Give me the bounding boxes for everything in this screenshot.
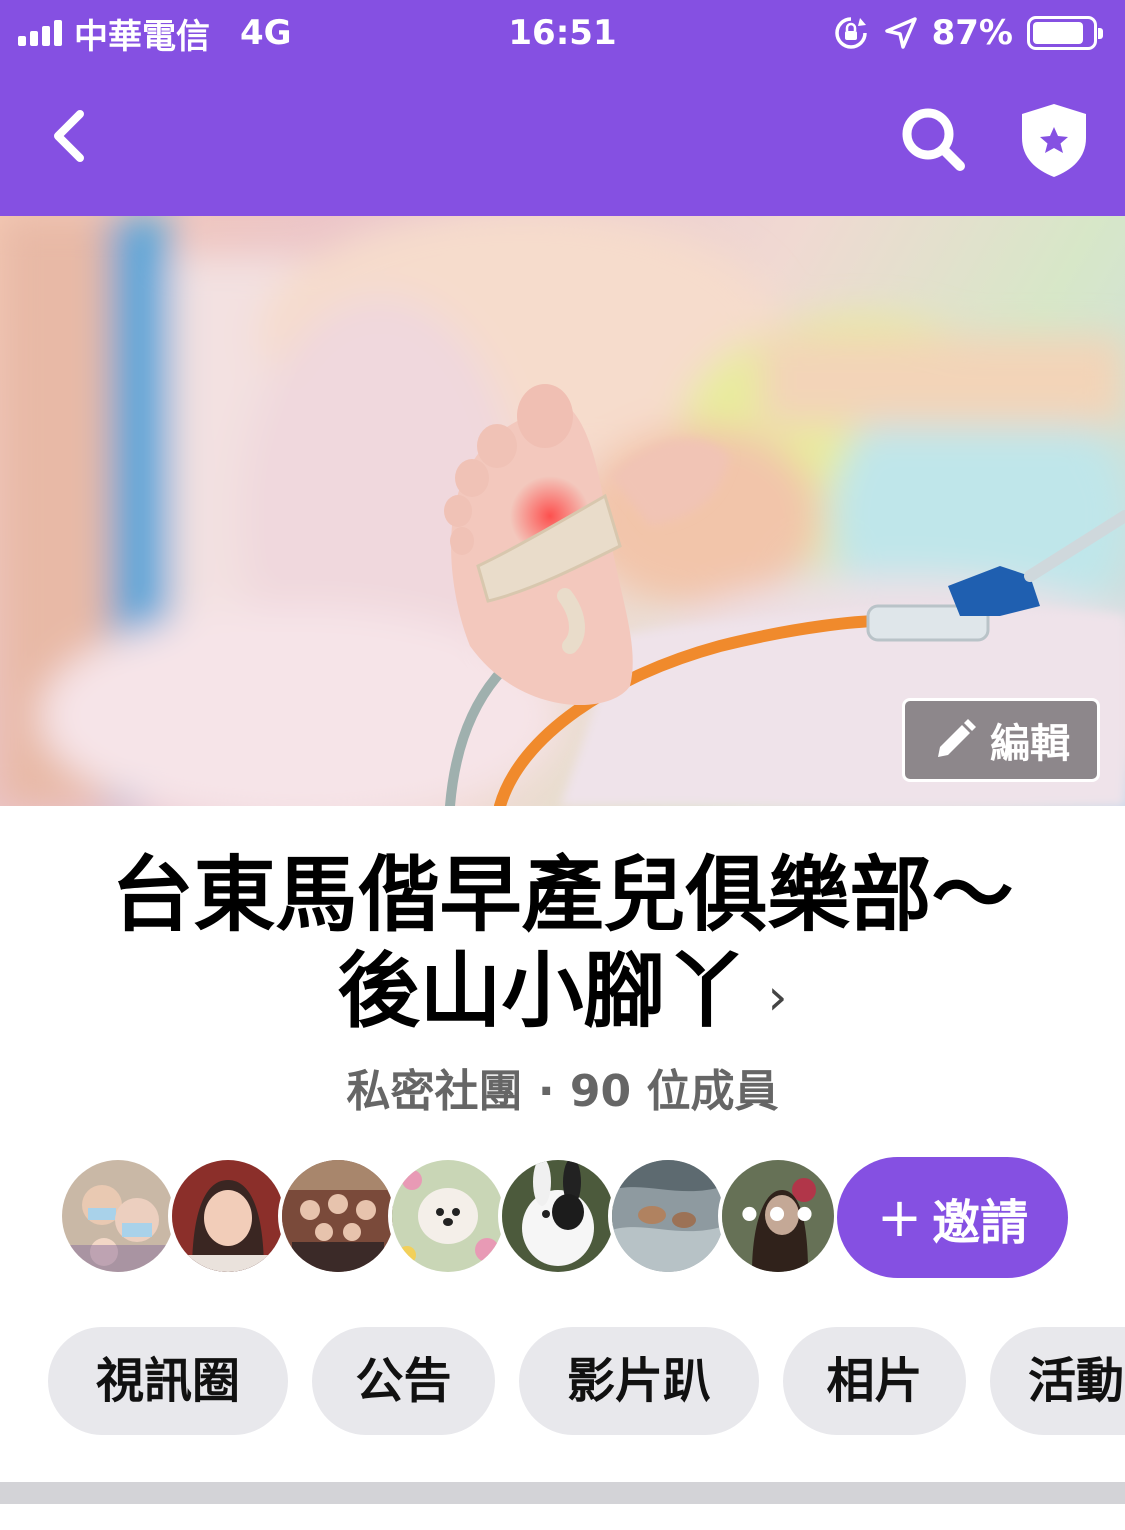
edit-cover-button[interactable]: 編輯 xyxy=(902,698,1100,782)
location-arrow-icon xyxy=(884,17,917,49)
tab-photos[interactable]: 相片 xyxy=(783,1327,966,1435)
tab-events[interactable]: 活動 xyxy=(990,1327,1125,1435)
member-avatar[interactable] xyxy=(168,1156,288,1276)
battery-percent: 87% xyxy=(931,13,1013,53)
member-avatar[interactable] xyxy=(58,1156,178,1276)
member-avatar-more[interactable]: ••• xyxy=(718,1156,838,1276)
shield-star-icon[interactable] xyxy=(1016,100,1092,180)
group-meta: 私密社團 · 90 位成員 xyxy=(346,1066,779,1117)
invite-label: 邀請 xyxy=(932,1194,1029,1251)
group-tabs: 視訊圈 公告 影片趴 相片 活動 xyxy=(48,1327,1125,1435)
tab-video-circle[interactable]: 視訊圈 xyxy=(48,1327,288,1435)
member-avatar[interactable] xyxy=(388,1156,508,1276)
member-avatar[interactable] xyxy=(608,1156,728,1276)
plus-icon: + xyxy=(876,1186,923,1249)
status-right: 87% xyxy=(832,12,1107,54)
search-icon[interactable] xyxy=(898,104,970,176)
back-button[interactable] xyxy=(40,104,104,168)
orientation-lock-icon xyxy=(834,17,867,49)
tab-announcements[interactable]: 公告 xyxy=(312,1327,495,1435)
group-title-line2-text: 後山小腳丫 xyxy=(337,944,748,1039)
member-avatar[interactable] xyxy=(498,1156,618,1276)
app-header: 中華電信 4G 16:51 87% xyxy=(0,0,1125,216)
status-bar: 中華電信 4G 16:51 87% xyxy=(0,0,1125,66)
group-title-line2: 後山小腳丫 › xyxy=(30,944,1095,1045)
group-title[interactable]: 台東馬偕早產兒俱樂部～ 後山小腳丫 › xyxy=(30,848,1095,1045)
invite-button[interactable]: + 邀請 xyxy=(837,1157,1068,1278)
cover-photo: 編輯 xyxy=(0,216,1125,806)
group-title-line1: 台東馬偕早產兒俱樂部～ xyxy=(111,848,1014,943)
chevron-right-icon: › xyxy=(767,967,788,1026)
section-divider xyxy=(0,1482,1125,1504)
battery-icon xyxy=(1027,16,1103,50)
more-members-icon: ••• xyxy=(736,1193,820,1239)
pencil-icon xyxy=(938,719,976,757)
edit-label: 編輯 xyxy=(990,721,1070,767)
member-avatar[interactable] xyxy=(278,1156,398,1276)
battery-level xyxy=(1033,22,1084,44)
tab-videos[interactable]: 影片趴 xyxy=(519,1327,759,1435)
